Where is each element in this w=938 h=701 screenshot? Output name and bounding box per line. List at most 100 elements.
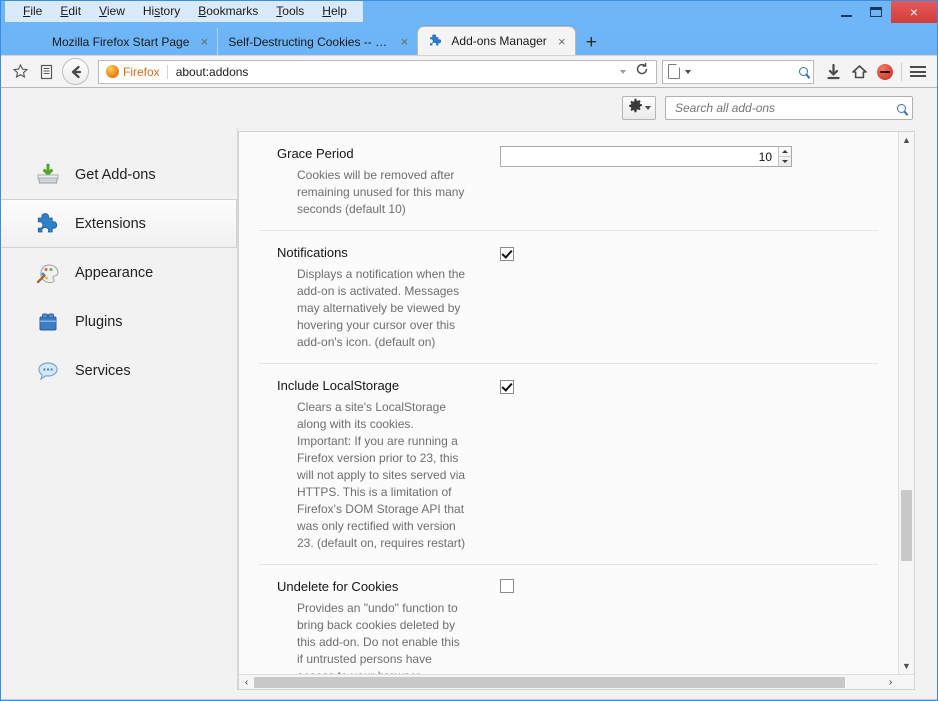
home-icon[interactable]	[846, 59, 872, 85]
navigation-toolbar: Firefox about:addons	[1, 55, 937, 88]
firefox-icon	[106, 65, 119, 78]
puzzle-icon	[35, 211, 61, 237]
preference-title: Undelete for Cookies	[277, 579, 399, 594]
reader-mode-icon[interactable]	[33, 59, 59, 85]
tab-strip: Mozilla Firefox Start Page × Self-Destru…	[1, 23, 937, 55]
sidebar-item-label: Get Add-ons	[75, 166, 156, 183]
preference-control-cell	[481, 245, 878, 351]
vertical-scroll-thumb[interactable]	[901, 489, 912, 562]
url-bar-actions	[620, 62, 652, 81]
vertical-scrollbar[interactable]: ▲ ▼	[898, 132, 914, 674]
palette-icon	[35, 260, 61, 286]
url-text: about:addons	[175, 64, 249, 79]
menu-bar: File Edit View History Bookmarks Tools Help	[5, 1, 363, 22]
tab-close-icon[interactable]: ×	[555, 34, 569, 49]
sidebar-item-extensions[interactable]: Extensions	[1, 199, 237, 248]
chevron-down-icon[interactable]	[620, 69, 626, 74]
vertical-scroll-track[interactable]	[899, 148, 914, 658]
scroll-down-button[interactable]: ▼	[899, 658, 914, 674]
scroll-up-button[interactable]: ▲	[899, 132, 914, 148]
search-input[interactable]	[675, 101, 875, 115]
sidebar-item-label: Services	[75, 362, 131, 379]
window-controls: ×	[831, 1, 937, 23]
tab-close-icon[interactable]: ×	[197, 34, 211, 49]
menu-item-file[interactable]: File	[14, 1, 51, 22]
preference-row: Include LocalStorage Clears a site's Loca…	[259, 364, 878, 565]
preferences-panel: Grace Period Cookies will be removed afte…	[238, 131, 915, 690]
number-input-value[interactable]: 10	[501, 147, 778, 166]
new-tab-button[interactable]: +	[586, 33, 597, 52]
chevron-down-icon[interactable]	[685, 69, 691, 74]
tab-label: Mozilla Firefox Start Page	[52, 34, 190, 49]
reload-icon[interactable]	[635, 62, 649, 81]
firefox-window: File Edit View History Bookmarks Tools Help × …	[0, 0, 938, 701]
menu-item-edit[interactable]: Edit	[51, 1, 90, 22]
spinner-down-button[interactable]	[779, 157, 791, 166]
preference-row: Undelete for Cookies Provides an "undo" f…	[259, 565, 878, 674]
preference-row: Notifications Displays a notification whe…	[259, 231, 878, 364]
menu-item-history[interactable]: History	[134, 1, 189, 22]
identity-badge[interactable]: Firefox	[103, 64, 168, 79]
tab-close-icon[interactable]: ×	[397, 34, 411, 49]
sidebar-item-services[interactable]: Services	[1, 346, 237, 395]
preferences-scroll-area: Grace Period Cookies will be removed afte…	[239, 132, 914, 674]
preference-checkbox[interactable]	[500, 247, 514, 261]
preference-control-cell	[481, 579, 878, 674]
preference-checkbox[interactable]	[500, 579, 514, 593]
title-bar: File Edit View History Bookmarks Tools Help ×	[1, 1, 937, 23]
tab-mozilla-firefox-start-page[interactable]: Mozilla Firefox Start Page ×	[19, 28, 217, 55]
spinner-up-button[interactable]	[779, 147, 791, 157]
sidebar-item-get-addons[interactable]: Get Add-ons	[1, 150, 237, 199]
maximize-button[interactable]	[861, 1, 891, 23]
sidebar-item-plugins[interactable]: Plugins	[1, 297, 237, 346]
number-spinner[interactable]	[778, 147, 791, 166]
sidebar-item-label: Appearance	[75, 264, 154, 281]
horizontal-scrollbar[interactable]: ‹ ›	[239, 674, 914, 689]
tab-label: Add-ons Manager	[451, 34, 547, 48]
addons-content: Grace Period Cookies will be removed afte…	[238, 128, 937, 690]
scroll-left-button[interactable]: ‹	[239, 675, 254, 690]
status-strip	[1, 690, 937, 699]
page-icon	[668, 64, 680, 79]
preference-label-cell: Notifications Displays a notification whe…	[259, 245, 481, 351]
back-arrow-icon[interactable]	[62, 58, 89, 85]
number-input[interactable]: 10	[500, 146, 792, 167]
preference-checkbox[interactable]	[500, 380, 514, 394]
search-icon[interactable]	[897, 103, 906, 113]
tab-self-destructing-cookies[interactable]: Self-Destructing Cookies -- Sur... ×	[217, 28, 417, 55]
close-button[interactable]: ×	[891, 1, 937, 23]
preference-label-cell: Include LocalStorage Clears a site's Loca…	[259, 378, 481, 552]
tab-add-ons-manager[interactable]: Add-ons Manager ×	[417, 26, 576, 55]
menu-item-tools[interactable]: Tools	[267, 1, 313, 22]
addons-toolbar	[1, 88, 937, 128]
star-icon[interactable]	[7, 59, 33, 85]
sidebar-item-label: Plugins	[75, 313, 123, 330]
preference-title: Include LocalStorage	[277, 378, 400, 393]
chevron-down-icon	[644, 106, 651, 110]
menu-item-bookmarks[interactable]: Bookmarks	[189, 1, 267, 22]
search-bar[interactable]	[662, 59, 814, 84]
tools-gear-button[interactable]	[622, 96, 656, 120]
hamburger-menu-icon[interactable]	[905, 59, 931, 85]
toolbar-divider	[901, 62, 902, 81]
minimize-button[interactable]	[831, 1, 861, 23]
preference-control-cell: 10	[481, 146, 878, 218]
preference-control-cell	[481, 378, 878, 552]
scrollbar-corner	[898, 674, 914, 689]
adblock-icon[interactable]	[872, 59, 898, 85]
addons-search-box[interactable]	[665, 96, 913, 120]
sidebar-item-appearance[interactable]: Appearance	[1, 248, 237, 297]
addons-body: Get Add-ons Extensions Appearance Plugin…	[1, 128, 937, 690]
menu-item-view[interactable]: View	[90, 1, 134, 22]
preference-description: Displays a notification when the add-on …	[297, 267, 466, 349]
menu-item-help[interactable]: Help	[313, 1, 356, 22]
url-bar[interactable]: Firefox about:addons	[98, 59, 657, 84]
download-icon[interactable]	[820, 59, 846, 85]
preference-title: Grace Period	[277, 146, 354, 161]
horizontal-scroll-track[interactable]	[254, 676, 883, 689]
scroll-right-button[interactable]: ›	[883, 675, 898, 690]
preference-title: Notifications	[277, 245, 348, 260]
plugin-brick-icon	[35, 309, 61, 335]
search-icon[interactable]	[799, 67, 808, 76]
horizontal-scroll-thumb[interactable]	[254, 676, 846, 688]
